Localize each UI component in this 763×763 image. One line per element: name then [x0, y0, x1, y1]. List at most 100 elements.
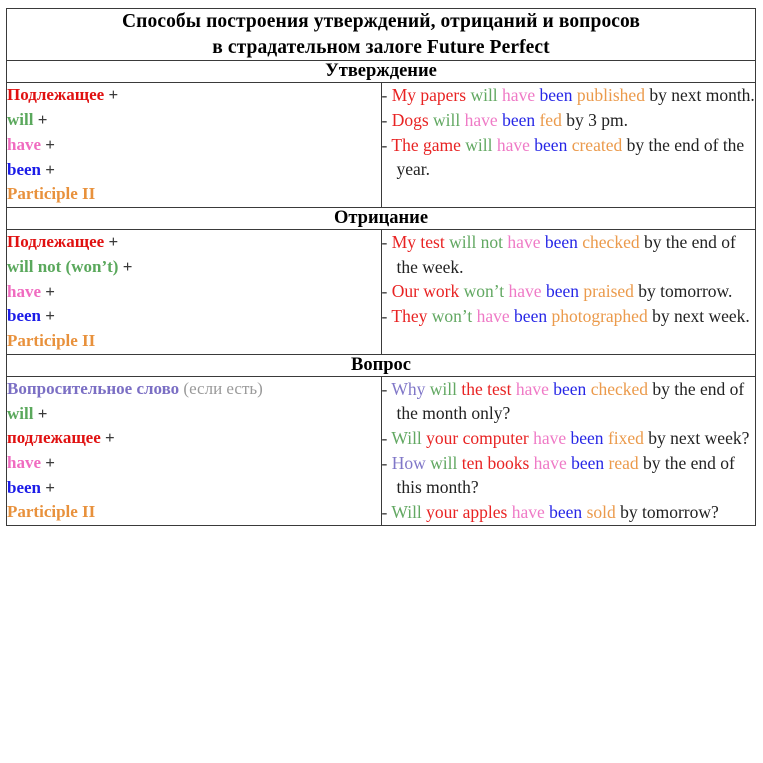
formula-term-will: will [7, 110, 34, 130]
formula-line: подлежащее + [7, 426, 381, 451]
example-part-have: have [511, 501, 545, 522]
example-part-have: have [502, 85, 536, 106]
formula-term-subject: Подлежащее [7, 232, 105, 252]
example-part-have: have [507, 232, 541, 253]
example-part-subject: your apples [426, 501, 508, 522]
formula-plus-sign: + [41, 453, 55, 473]
example-part-participle: checked [590, 378, 649, 399]
example-dash: - [381, 305, 388, 326]
formula-plus-sign: + [41, 134, 55, 154]
example-part-subject: ten books [461, 452, 530, 473]
example-part-plain: by tomorrow. [633, 281, 733, 302]
example-part-participle: created [571, 134, 623, 155]
example-part-will: will [433, 110, 461, 131]
example-part-will: will [430, 452, 458, 473]
example-dash: - [381, 134, 388, 155]
formula-line: have + [7, 451, 381, 476]
formula-line: will + [7, 402, 381, 427]
example-part-have: have [533, 452, 567, 473]
formula-line: been + [7, 304, 381, 329]
example-part-been: been [544, 232, 578, 253]
formula-term-been: been [7, 477, 41, 497]
formula-term-question-word: Вопросительное слово [7, 378, 180, 398]
formula-plus-sign: + [104, 232, 119, 252]
section-heading-row: Утверждение [6, 60, 756, 84]
formula-line: been + [7, 158, 381, 183]
example-part-subject: your computer [426, 427, 529, 448]
example-part-question-word: Why [391, 378, 426, 399]
example-part-plain: by 3 pm. [561, 110, 628, 131]
example-part-subject: Dogs [391, 110, 429, 131]
section-heading: Вопрос [6, 353, 756, 377]
formula-column: Подлежащее + will + have + been + Participle… [6, 82, 382, 209]
page-root: Способы построения утверждений, отрицани… [0, 0, 763, 763]
example-part-subject: My papers [391, 85, 467, 106]
formula-line: Подлежащее + [7, 83, 381, 108]
example-sentence: - The game will have been created by the… [382, 133, 756, 182]
formula-line: Подлежащее + [7, 230, 381, 255]
formula-term-have: have [7, 453, 41, 473]
section-heading-row: Вопрос [6, 353, 756, 377]
example-part-participle: checked [582, 232, 640, 253]
section-heading-row: Отрицание [6, 207, 756, 231]
example-part-will: Will [391, 427, 422, 448]
example-sentence: - Our work won’t have been praised by to… [382, 279, 756, 304]
example-part-participle: published [576, 85, 645, 106]
example-part-been: been [539, 85, 573, 106]
example-part-have: have [476, 305, 510, 326]
section-content-row: Подлежащее + will not (won’t) + have + been… [6, 229, 756, 355]
formula-term-have: have [7, 134, 41, 154]
section-content-row: Подлежащее + will + have + been + Participle… [6, 82, 756, 209]
example-part-participle: sold [586, 501, 616, 522]
formula-plus-sign: + [41, 159, 55, 179]
formula-line: Participle II [7, 329, 381, 354]
formula-plus-sign: + [100, 428, 115, 448]
formula-term-participle: Participle II [7, 184, 96, 204]
example-part-participle: read [608, 452, 639, 473]
formula-line: Participle II [7, 182, 381, 207]
example-sentence: - Will your computer have been fixed by … [382, 426, 756, 451]
formula-line: Participle II [7, 500, 381, 525]
example-part-subject: The game [391, 134, 461, 155]
example-part-plain: by next month. [644, 85, 755, 106]
example-part-will: will [429, 378, 458, 399]
example-dash: - [381, 110, 388, 131]
formula-term-subject: Подлежащее [7, 85, 105, 105]
table-title: Способы построения утверждений, отрицани… [6, 7, 756, 62]
section-heading: Утверждение [6, 60, 756, 84]
formula-term-been: been [7, 306, 41, 326]
example-part-been: been [545, 281, 579, 302]
example-dash: - [381, 378, 388, 399]
grammar-table: Способы построения утверждений, отрицани… [6, 7, 756, 527]
formula-line: have + [7, 133, 381, 158]
example-sentence: - My papers will have been published by … [382, 83, 756, 108]
example-part-subject: My test [391, 232, 445, 253]
example-part-plain: by next week. [647, 305, 750, 326]
example-sentence: - Why will the test have been checked by… [382, 377, 756, 426]
example-part-have: have [533, 427, 567, 448]
formula-term-been: been [7, 159, 41, 179]
example-sentence: - Will your apples have been sold by tom… [382, 500, 756, 525]
formula-note: (если есть) [179, 378, 263, 398]
formula-term-will: will [7, 403, 34, 423]
examples-column: - Why will the test have been checked by… [380, 375, 756, 527]
formula-plus-sign: + [41, 281, 55, 301]
example-part-will: Will [391, 501, 422, 522]
example-part-subject: the test [461, 378, 512, 399]
formula-plus-sign: + [118, 256, 133, 276]
example-part-have: have [464, 110, 498, 131]
example-part-been: been [570, 427, 604, 448]
formula-plus-sign: + [33, 403, 48, 423]
example-part-will: will [465, 134, 493, 155]
example-part-will: won’t [463, 281, 505, 302]
example-part-participle: fixed [607, 427, 644, 448]
examples-column: - My test will not have been checked by … [380, 229, 756, 355]
example-part-been: been [514, 305, 548, 326]
example-sentence: - They won’t have been photographed by n… [382, 304, 756, 329]
formula-plus-sign: + [104, 85, 119, 105]
example-dash: - [381, 232, 388, 253]
example-part-plain: by next week? [643, 427, 750, 448]
example-part-participle: praised [583, 281, 634, 302]
formula-term-participle: Participle II [7, 502, 96, 522]
title-line-2: в страдательном залоге Future Perfect [212, 36, 550, 58]
